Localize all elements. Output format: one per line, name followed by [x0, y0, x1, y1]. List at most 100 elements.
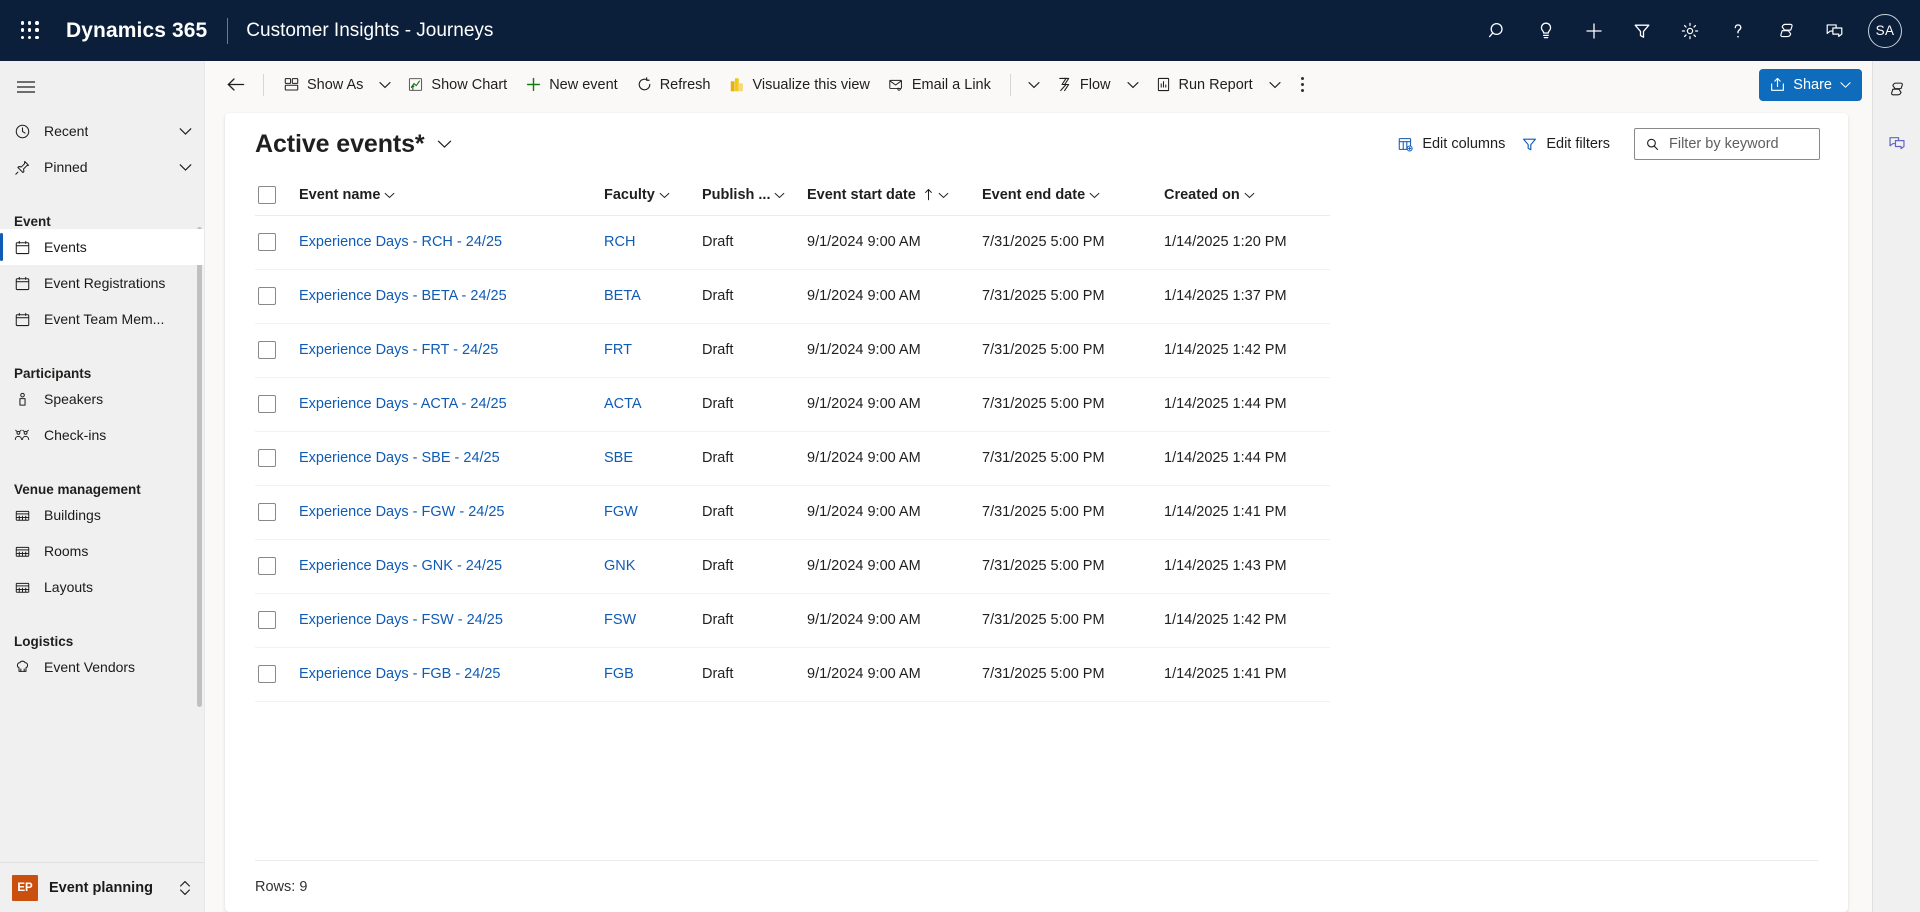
brand-title[interactable]: Dynamics 365 — [66, 19, 207, 43]
sidebar-item-event-team-members[interactable]: Event Team Mem... — [0, 301, 204, 337]
sidebar-item-check-ins[interactable]: Check-ins — [0, 417, 204, 453]
edit-filters-button[interactable]: Edit filters — [1513, 128, 1618, 160]
event-name-link[interactable]: Experience Days - ACTA - 24/25 — [299, 396, 507, 412]
event-name-link[interactable]: Experience Days - SBE - 24/25 — [299, 450, 500, 466]
help-icon[interactable] — [1714, 7, 1762, 55]
sidebar-item-layouts[interactable]: Layouts — [0, 569, 204, 605]
email-a-link-button[interactable]: Email a Link — [879, 68, 1000, 102]
area-switcher[interactable]: EP Event planning — [0, 862, 204, 912]
sidebar-item-recent[interactable]: Recent — [0, 113, 204, 149]
edit-columns-button[interactable]: Edit columns — [1389, 128, 1513, 160]
show-as-caret-icon[interactable] — [372, 68, 398, 102]
feedback-icon[interactable] — [1810, 7, 1858, 55]
email-a-link-caret-icon[interactable] — [1021, 68, 1047, 102]
sidebar-item-events[interactable]: Events — [0, 229, 204, 265]
row-checkbox[interactable] — [258, 341, 276, 359]
filter-by-keyword-container[interactable] — [1634, 128, 1820, 160]
row-checkbox[interactable] — [258, 233, 276, 251]
faculty-link[interactable]: FRT — [604, 342, 632, 358]
sidebar-item-speakers[interactable]: Speakers — [0, 381, 204, 417]
event-name-link[interactable]: Experience Days - FRT - 24/25 — [299, 342, 498, 358]
faculty-link[interactable]: FSW — [604, 612, 636, 628]
table-row[interactable]: Experience Days - FGW - 24/25 FGW Draft … — [255, 485, 1330, 540]
column-header-event-start-date[interactable]: Event start date — [807, 175, 982, 216]
flow-caret-icon[interactable] — [1120, 68, 1146, 102]
avatar[interactable]: SA — [1868, 13, 1902, 48]
faculty-link[interactable]: FGB — [604, 666, 634, 682]
copilot-icon[interactable] — [1877, 69, 1917, 109]
refresh-button[interactable]: Refresh — [627, 68, 720, 102]
chevron-down-icon[interactable] — [938, 187, 949, 203]
nav-collapse-hamburger-icon[interactable] — [0, 65, 204, 109]
column-header-faculty[interactable]: Faculty — [604, 175, 702, 216]
filter-icon[interactable] — [1618, 7, 1666, 55]
row-checkbox[interactable] — [258, 611, 276, 629]
select-all-checkbox[interactable] — [258, 185, 276, 204]
chevron-down-icon[interactable] — [659, 187, 670, 203]
copilot-icon[interactable] — [1762, 7, 1810, 55]
arrow-left-icon[interactable] — [219, 68, 253, 102]
view-selector-chevron-down-icon[interactable] — [437, 139, 452, 149]
plus-icon[interactable] — [1570, 7, 1618, 55]
visualize-this-view-button[interactable]: Visualize this view — [719, 68, 878, 102]
sidebar-item-buildings[interactable]: Buildings — [0, 497, 204, 533]
share-caret-icon[interactable] — [1840, 81, 1851, 89]
row-checkbox[interactable] — [258, 665, 276, 683]
event-name-link[interactable]: Experience Days - FGW - 24/25 — [299, 504, 505, 520]
event-name-link[interactable]: Experience Days - RCH - 24/25 — [299, 234, 502, 250]
sidebar-item-pinned[interactable]: Pinned — [0, 149, 204, 185]
event-name-link[interactable]: Experience Days - BETA - 24/25 — [299, 288, 507, 304]
event-name-link[interactable]: Experience Days - FSW - 24/25 — [299, 612, 503, 628]
table-row[interactable]: Experience Days - FSW - 24/25 FSW Draft … — [255, 593, 1330, 648]
gear-icon[interactable] — [1666, 7, 1714, 55]
share-button[interactable]: Share — [1759, 68, 1862, 101]
chevron-down-icon[interactable] — [179, 163, 192, 172]
run-report-button[interactable]: Run Report — [1146, 68, 1262, 102]
column-header-publish-status[interactable]: Publish ... — [702, 175, 807, 216]
up-down-chevron-icon[interactable] — [178, 879, 192, 897]
table-row[interactable]: Experience Days - GNK - 24/25 GNK Draft … — [255, 539, 1330, 594]
column-header-event-name[interactable]: Event name — [299, 175, 604, 216]
column-header-created-on[interactable]: Created on — [1164, 175, 1330, 216]
table-row[interactable]: Experience Days - RCH - 24/25 RCH Draft … — [255, 215, 1330, 270]
faculty-link[interactable]: BETA — [604, 288, 641, 304]
run-report-caret-icon[interactable] — [1262, 68, 1288, 102]
faculty-link[interactable]: FGW — [604, 504, 638, 520]
app-launcher-waffle-icon[interactable] — [6, 7, 54, 55]
chevron-down-icon[interactable] — [179, 127, 192, 136]
event-name-link[interactable]: Experience Days - GNK - 24/25 — [299, 558, 502, 574]
sidebar-item-event-registrations[interactable]: Event Registrations — [0, 265, 204, 301]
show-chart-button[interactable]: Show Chart — [398, 68, 516, 102]
search-icon[interactable] — [1474, 7, 1522, 55]
flow-button[interactable]: Flow — [1047, 68, 1120, 102]
table-row[interactable]: Experience Days - FGB - 24/25 FGB Draft … — [255, 647, 1330, 702]
table-row[interactable]: Experience Days - SBE - 24/25 SBE Draft … — [255, 431, 1330, 486]
chevron-down-icon[interactable] — [774, 187, 785, 203]
faculty-link[interactable]: SBE — [604, 450, 633, 466]
table-row[interactable]: Experience Days - FRT - 24/25 FRT Draft … — [255, 323, 1330, 378]
row-checkbox[interactable] — [258, 557, 276, 575]
lightbulb-icon[interactable] — [1522, 7, 1570, 55]
show-as-button[interactable]: Show As — [274, 68, 372, 102]
row-checkbox[interactable] — [258, 395, 276, 413]
table-row[interactable]: Experience Days - BETA - 24/25 BETA Draf… — [255, 269, 1330, 324]
column-header-event-end-date[interactable]: Event end date — [982, 175, 1164, 216]
faculty-link[interactable]: ACTA — [604, 396, 642, 412]
new-event-button[interactable]: New event — [516, 68, 627, 102]
table-row[interactable]: Experience Days - ACTA - 24/25 ACTA Draf… — [255, 377, 1330, 432]
faculty-link[interactable]: GNK — [604, 558, 635, 574]
chevron-down-icon[interactable] — [1089, 187, 1100, 203]
search-input[interactable] — [1669, 136, 1810, 152]
row-checkbox[interactable] — [258, 287, 276, 305]
event-name-link[interactable]: Experience Days - FGB - 24/25 — [299, 666, 500, 682]
row-checkbox[interactable] — [258, 449, 276, 467]
sidebar-item-rooms[interactable]: Rooms — [0, 533, 204, 569]
chevron-down-icon[interactable] — [384, 187, 395, 203]
faculty-link[interactable]: RCH — [604, 234, 635, 250]
more-commands-button[interactable] — [1288, 68, 1318, 102]
filter-icon — [1521, 136, 1538, 153]
chevron-down-icon[interactable] — [1244, 187, 1255, 203]
row-checkbox[interactable] — [258, 503, 276, 521]
feedback-icon[interactable] — [1877, 123, 1917, 163]
sidebar-item-event-vendors[interactable]: Event Vendors — [0, 649, 204, 685]
